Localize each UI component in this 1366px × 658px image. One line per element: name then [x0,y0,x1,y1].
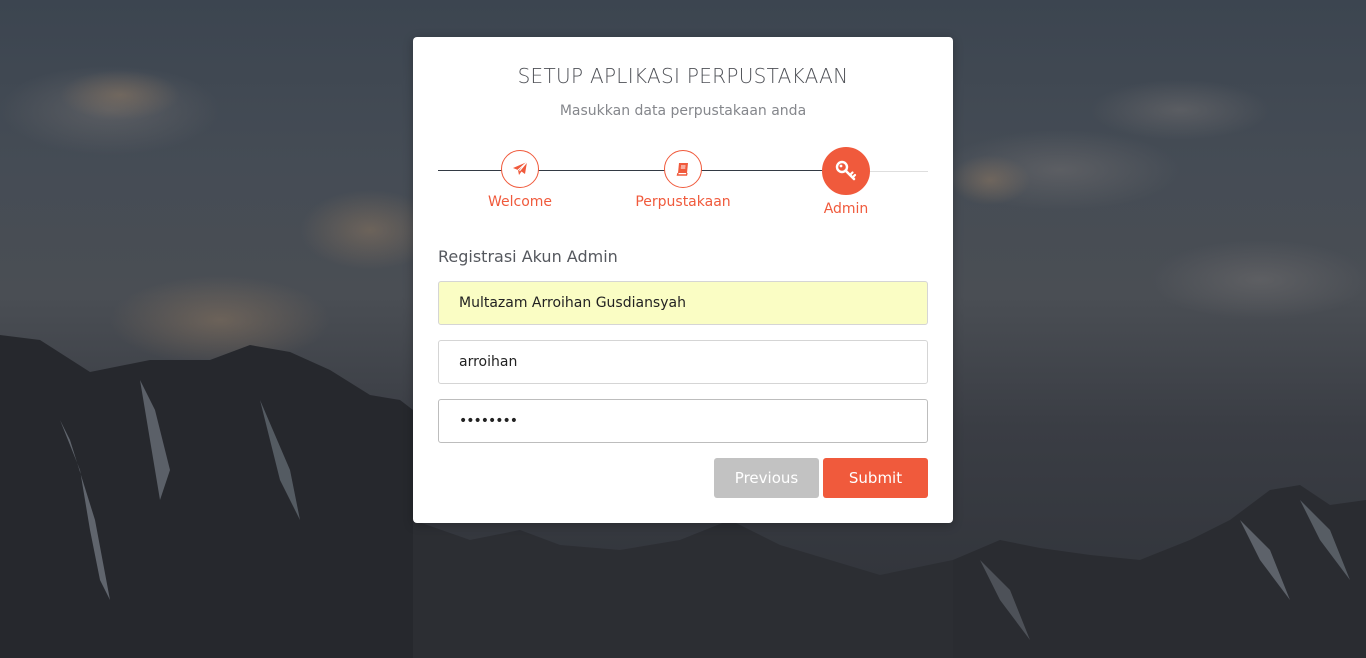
previous-button[interactable]: Previous [714,458,819,498]
password-field[interactable] [438,399,928,443]
wizard-progress: Welcome Perpustakaan Admin [438,147,928,227]
wizard-step-label: Welcome [487,194,553,210]
submit-button[interactable]: Submit [823,458,928,498]
wizard-step-admin[interactable]: Admin [786,147,906,217]
paper-plane-icon [501,150,539,188]
wizard-step-perpustakaan[interactable]: Perpustakaan [623,147,743,210]
section-label: Registrasi Akun Admin [438,247,618,266]
wizard-step-label: Admin [823,201,869,217]
key-icon [822,147,870,195]
page-title: SETUP APLIKASI PERPUSTAKAAN [517,64,849,88]
wizard-step-welcome[interactable]: Welcome [460,147,580,210]
wizard-step-label: Perpustakaan [635,194,731,210]
setup-wizard-card: SETUP APLIKASI PERPUSTAKAAN Masukkan dat… [413,37,953,523]
book-icon [664,150,702,188]
username-field[interactable] [438,340,928,384]
fullname-field[interactable] [438,281,928,325]
page-subtitle: Masukkan data perpustakaan anda [559,103,807,119]
